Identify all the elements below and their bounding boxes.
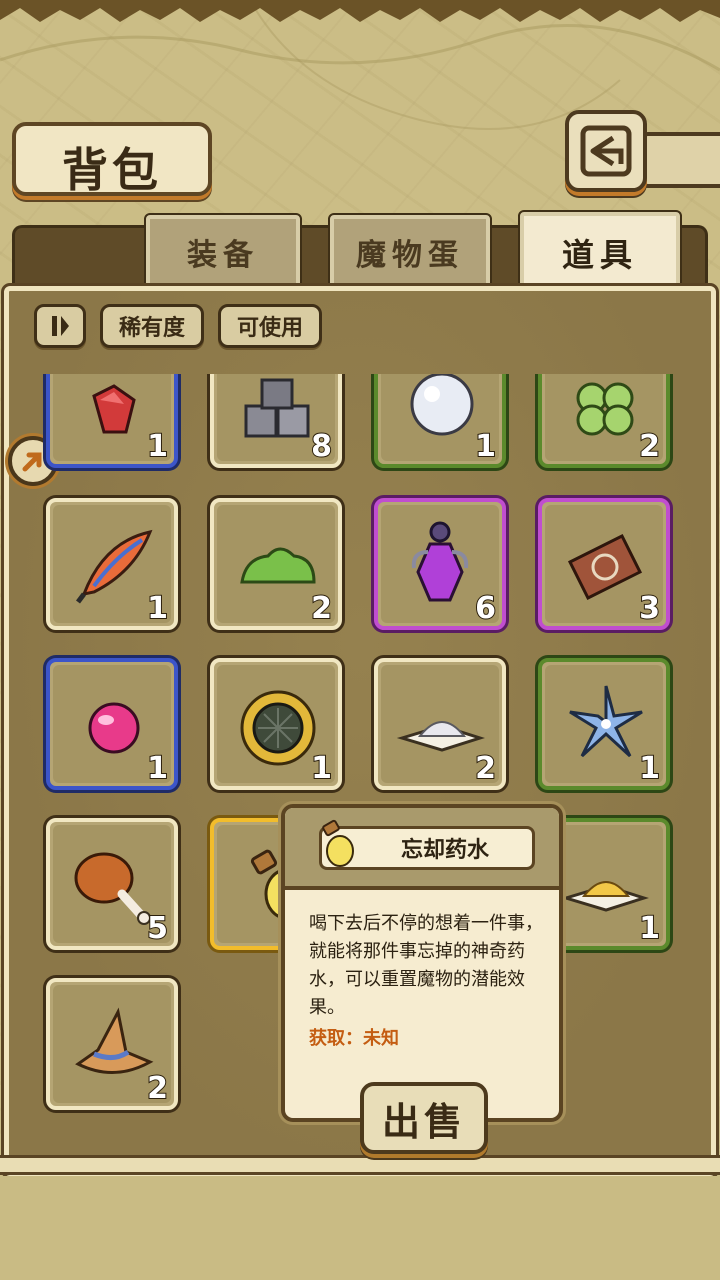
item-slot[interactable]: 5 bbox=[46, 818, 178, 950]
item-slot[interactable]: 8 bbox=[210, 374, 342, 468]
item-count: 1 bbox=[146, 750, 169, 787]
tab-equipment[interactable]: 装备 bbox=[144, 213, 302, 287]
wizard-hat-icon bbox=[75, 1007, 154, 1074]
item-count: 2 bbox=[638, 428, 661, 465]
stone-blocks-icon bbox=[244, 378, 310, 438]
tab-items[interactable]: 道具 bbox=[518, 210, 682, 292]
item-count: 1 bbox=[146, 428, 169, 465]
item-slot[interactable]: 2 bbox=[374, 658, 506, 790]
clover-icon bbox=[576, 382, 634, 436]
panel-bottom-rail bbox=[0, 1155, 720, 1175]
toggle-view-button[interactable] bbox=[34, 304, 86, 348]
purple-potion-icon bbox=[411, 521, 469, 602]
green-moss-icon bbox=[240, 547, 316, 584]
tooltip-header: 忘却药水 bbox=[285, 808, 559, 890]
sort-rarity-label: 稀有度 bbox=[118, 316, 185, 341]
tooltip-description: 喝下去后不停的想着一件事，就能将那件事忘掉的神奇药水，可以重置魔物的潜能效果。 bbox=[309, 913, 543, 1018]
back-arrow-icon bbox=[580, 125, 632, 177]
rune-ticket-icon bbox=[567, 533, 643, 601]
item-slot[interactable]: 1 bbox=[210, 658, 342, 790]
item-count: 5 bbox=[146, 910, 169, 947]
sort-rarity-button[interactable]: 稀有度 bbox=[100, 304, 204, 348]
drumstick-icon bbox=[74, 852, 151, 925]
sell-button-label: 出售 bbox=[381, 1099, 466, 1144]
item-slot[interactable]: 2 bbox=[210, 498, 342, 630]
back-button-extension bbox=[640, 132, 720, 188]
item-count: 2 bbox=[310, 590, 333, 627]
item-count: 1 bbox=[474, 428, 497, 465]
ruby-gem-icon bbox=[92, 384, 136, 434]
filter-usable-label: 可使用 bbox=[236, 316, 303, 341]
filter-usable-button[interactable]: 可使用 bbox=[218, 304, 322, 348]
pink-orb-icon bbox=[88, 702, 140, 754]
phoenix-feather-icon bbox=[76, 529, 153, 604]
item-tooltip: 忘却药水 喝下去后不停的想着一件事，就能将那件事忘掉的神奇药水，可以重置魔物的潜… bbox=[281, 804, 563, 1122]
item-slot[interactable]: 3 bbox=[538, 498, 670, 630]
tooltip-name-plate: 忘却药水 bbox=[319, 819, 535, 870]
tab-equipment-label: 装备 bbox=[187, 238, 259, 273]
tab-items-label: 道具 bbox=[561, 236, 638, 274]
item-slot[interactable]: 6 bbox=[374, 498, 506, 630]
item-slot[interactable]: 2 bbox=[46, 978, 178, 1110]
item-slot[interactable]: 1 bbox=[374, 374, 506, 468]
tooltip-source: 获取：未知 bbox=[309, 1028, 399, 1049]
page-title: 背包 bbox=[62, 143, 162, 197]
tooltip-item-name: 忘却药水 bbox=[400, 838, 489, 863]
item-slot[interactable]: 1 bbox=[538, 658, 670, 790]
tab-monster-eggs-label: 魔物蛋 bbox=[356, 238, 464, 273]
item-count: 1 bbox=[310, 750, 333, 787]
forget-potion-icon bbox=[322, 819, 354, 867]
woven-nest-icon bbox=[240, 690, 316, 766]
back-button[interactable] bbox=[565, 110, 647, 192]
item-count: 8 bbox=[310, 428, 333, 465]
title-plate: 背包 bbox=[12, 122, 212, 197]
item-count: 2 bbox=[474, 750, 497, 787]
item-count: 1 bbox=[146, 590, 169, 627]
pearl-icon bbox=[410, 374, 474, 436]
item-slot[interactable]: 1 bbox=[46, 374, 178, 468]
bottom-bar bbox=[0, 1176, 720, 1280]
item-count: 3 bbox=[638, 590, 661, 627]
golden-powder-icon bbox=[560, 881, 649, 912]
salt-pile-icon bbox=[396, 721, 485, 752]
item-slot[interactable]: 1 bbox=[46, 658, 178, 790]
item-count: 2 bbox=[146, 1070, 169, 1107]
item-count: 6 bbox=[474, 590, 497, 627]
item-count: 1 bbox=[638, 910, 661, 947]
tab-monster-eggs[interactable]: 魔物蛋 bbox=[328, 213, 492, 287]
sell-button[interactable]: 出售 bbox=[360, 1082, 488, 1154]
blue-flower-icon bbox=[569, 685, 643, 758]
item-count: 1 bbox=[638, 750, 661, 787]
item-slot[interactable]: 1 bbox=[46, 498, 178, 630]
item-slot[interactable]: 2 bbox=[538, 374, 670, 468]
pause-toggle-icon bbox=[52, 316, 69, 336]
